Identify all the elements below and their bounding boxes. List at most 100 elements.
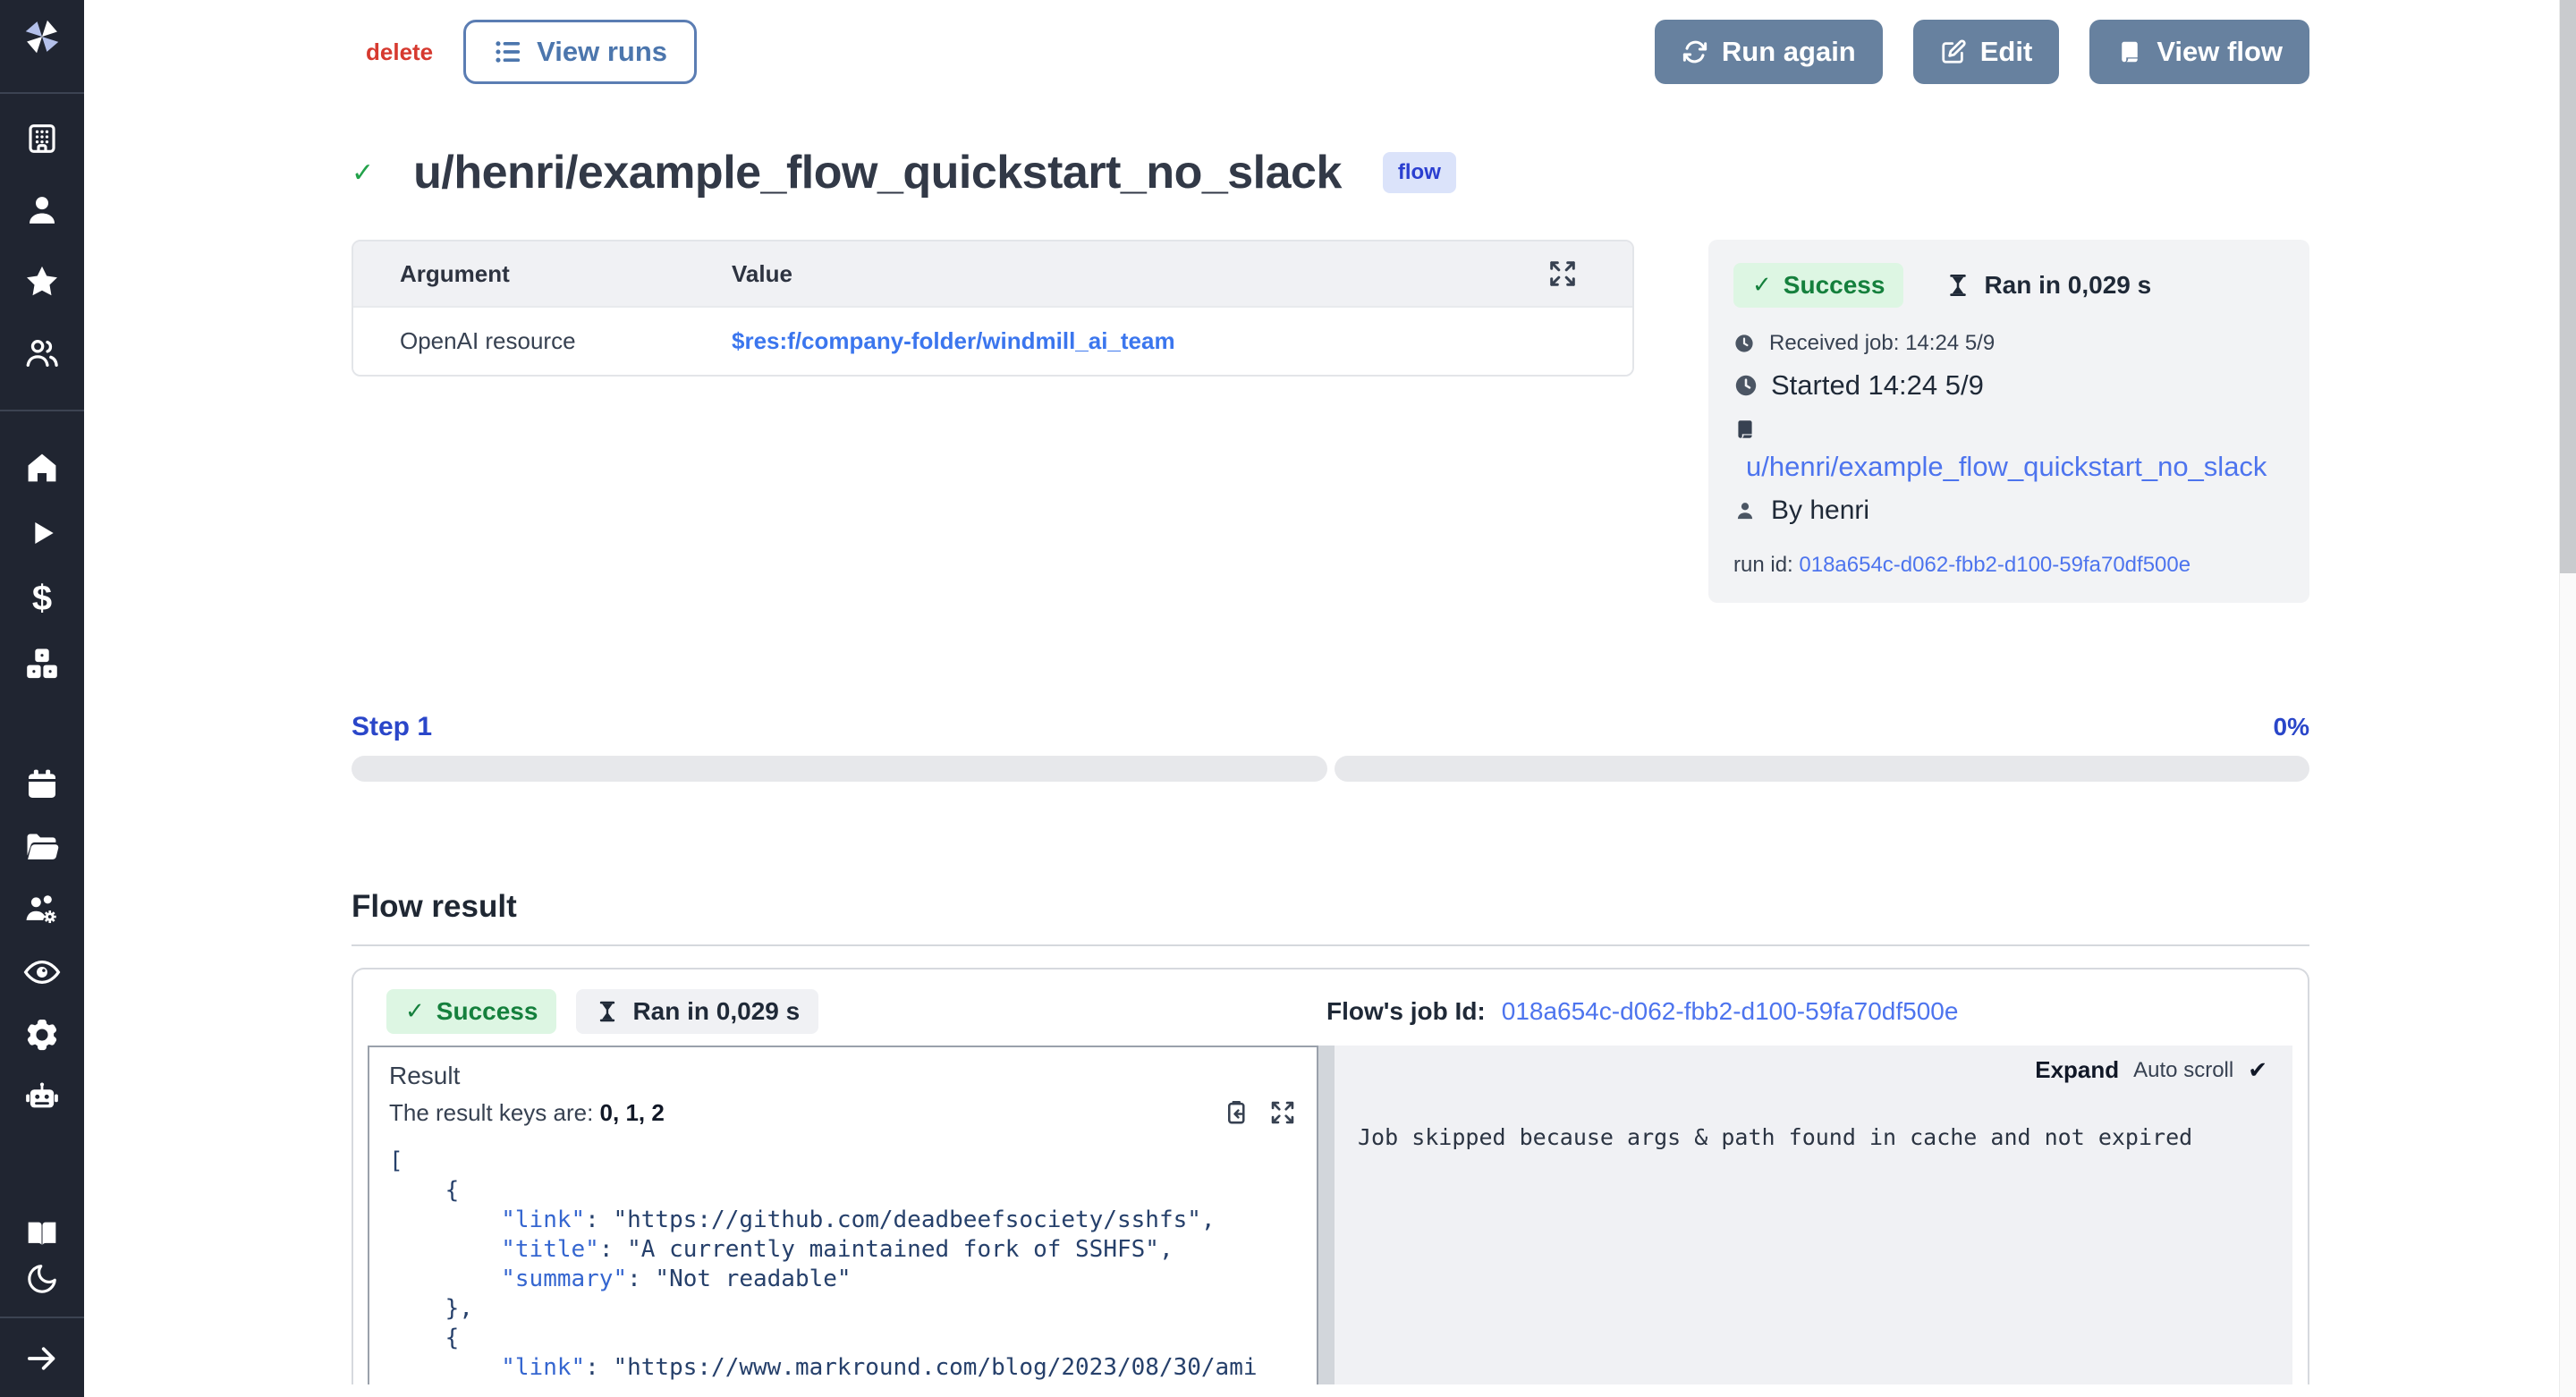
run-toolbar: delete View runs Run again: [352, 20, 2309, 84]
run-again-label: Run again: [1722, 36, 1856, 68]
run-id-row: run id: 018a654c-d062-fbb2-d100-59fa70df…: [1733, 553, 2284, 578]
run-id-link[interactable]: 018a654c-d062-fbb2-d100-59fa70df500e: [1799, 553, 2190, 577]
view-flow-button[interactable]: View flow: [2089, 20, 2309, 84]
table-row: OpenAI resource$res:f/company-folder/win…: [353, 307, 1632, 375]
page-title: u/henri/example_flow_quickstart_no_slack: [413, 146, 1342, 199]
pane-splitter[interactable]: [1318, 1046, 1335, 1384]
user-icon: [1733, 499, 1757, 522]
status-badge: ✓ Success: [386, 989, 556, 1034]
sidebar-item-members[interactable]: [0, 334, 84, 372]
flow-path-link[interactable]: u/henri/example_flow_quickstart_no_slack: [1746, 451, 2284, 483]
autoscroll-label: Auto scroll: [2133, 1058, 2233, 1083]
sidebar-item-home[interactable]: [0, 449, 84, 487]
scrollbar-thumb[interactable]: [2560, 0, 2576, 573]
run-again-button[interactable]: Run again: [1655, 20, 1883, 84]
sidebar-item-settings[interactable]: [0, 1016, 84, 1054]
windmill-logo[interactable]: [0, 14, 84, 59]
log-controls: Expand Auto scroll ✔: [2035, 1056, 2267, 1084]
view-runs-button[interactable]: View runs: [463, 20, 697, 84]
edit-label: Edit: [1980, 36, 2033, 68]
home-icon: [23, 449, 61, 487]
autoscroll-checkbox[interactable]: ✔: [2248, 1057, 2267, 1084]
log-pane: Expand Auto scroll ✔ Job skipped because…: [1335, 1046, 2292, 1384]
sidebar-divider: [0, 92, 84, 94]
progress-segment: [352, 756, 1327, 782]
expand-log-button[interactable]: Expand: [2035, 1056, 2119, 1084]
action-buttons: Run again Edit View flow: [1655, 20, 2309, 84]
sidebar-divider: [0, 410, 84, 411]
page-scrollbar[interactable]: [2559, 0, 2576, 1397]
sidebar-item-dark-mode[interactable]: [0, 1260, 84, 1298]
user-icon: [23, 191, 61, 229]
code-line: [: [389, 1147, 1297, 1176]
expand-result-button[interactable]: [1268, 1098, 1297, 1127]
edit-button[interactable]: Edit: [1913, 20, 2060, 84]
step-label: Step 1: [352, 712, 432, 742]
sidebar-item-schedules[interactable]: [0, 766, 84, 803]
hourglass-icon: [1945, 272, 1971, 299]
author-row: By henri: [1733, 495, 2284, 526]
result-keys-line: The result keys are: 0, 1, 2: [389, 1099, 665, 1127]
flow-path-row: [1733, 418, 2284, 445]
copy-result-button[interactable]: [1222, 1098, 1250, 1127]
code-line: "title": "Amiga Systems Programming in 2…: [389, 1383, 1297, 1384]
flow-result-card-header: ✓ Success Ran in 0,029 s Flow's job Id: …: [353, 969, 2308, 1046]
code-line: {: [389, 1176, 1297, 1206]
job-id-label: Flow's job Id:: [1326, 997, 1486, 1026]
calendar-icon: [24, 766, 60, 802]
job-id-link[interactable]: 018a654c-d062-fbb2-d100-59fa70df500e: [1502, 997, 1959, 1026]
section-divider: [352, 944, 2309, 946]
book-icon: [24, 1215, 60, 1251]
sidebar: $: [0, 0, 84, 1397]
code-line: "summary": "Not readable": [389, 1265, 1297, 1294]
view-flow-label: View flow: [2157, 36, 2283, 68]
user-group-icon: [23, 334, 61, 372]
sidebar-item-user[interactable]: [0, 191, 84, 229]
sidebar-item-ai[interactable]: [0, 1079, 84, 1116]
sidebar-item-audit-logs[interactable]: [0, 953, 84, 991]
sidebar-item-resources[interactable]: [0, 645, 84, 682]
step-percent: 0%: [2274, 713, 2309, 741]
sidebar-item-groups[interactable]: [0, 891, 84, 928]
gear-icon: [23, 1016, 61, 1054]
expand-icon: [1546, 258, 1579, 290]
status-label: Success: [1784, 271, 1885, 300]
moon-icon: [25, 1262, 59, 1296]
author-label: By henri: [1771, 495, 1869, 526]
sidebar-item-workspace[interactable]: [0, 120, 84, 157]
sidebar-item-folders[interactable]: [0, 828, 84, 866]
result-keys-values: 0, 1, 2: [600, 1099, 665, 1126]
title-row: ✓ u/henri/example_flow_quickstart_no_sla…: [352, 146, 2309, 199]
argument-column-header: Argument: [353, 241, 732, 307]
check-icon: ✓: [405, 998, 425, 1025]
cubes-icon: [23, 645, 61, 682]
expand-icon: [1268, 1098, 1297, 1127]
clock-icon: [1733, 333, 1755, 354]
app-window: $: [0, 0, 2576, 1397]
duration-text: Ran in 0,029 s: [632, 997, 800, 1026]
robot-icon: [23, 1079, 61, 1116]
run-summary-panel: ✓ Success Ran in 0,029 s Received job:: [1708, 240, 2309, 603]
sidebar-item-variables[interactable]: $: [0, 580, 84, 617]
main-content: delete View runs Run again: [84, 0, 2576, 1397]
code-line: },: [389, 1294, 1297, 1324]
flow-result-heading: Flow result: [352, 889, 2309, 925]
user-group-gear-icon: [23, 891, 61, 928]
value-cell: $res:f/company-folder/windmill_ai_team: [732, 307, 1632, 375]
flow-badge: flow: [1383, 152, 1456, 193]
result-title: Result: [389, 1062, 665, 1090]
expand-table-button[interactable]: [1546, 258, 1632, 290]
flow-result-card: ✓ Success Ran in 0,029 s Flow's job Id: …: [352, 968, 2309, 1384]
star-icon: [23, 263, 61, 301]
sidebar-expand-button[interactable]: [0, 1340, 84, 1377]
sidebar-item-favorites[interactable]: [0, 263, 84, 301]
delete-button[interactable]: delete: [366, 38, 433, 66]
args-table-body: OpenAI resource$res:f/company-folder/win…: [353, 307, 1632, 375]
sidebar-item-docs[interactable]: [0, 1215, 84, 1252]
clock-icon: [1733, 373, 1758, 398]
refresh-icon: [1682, 38, 1708, 65]
resource-link[interactable]: $res:f/company-folder/windmill_ai_team: [732, 327, 1175, 354]
sidebar-item-runs[interactable]: [0, 514, 84, 552]
code-line: "title": "A currently maintained fork of…: [389, 1235, 1297, 1265]
progress-segment: [1335, 756, 2310, 782]
